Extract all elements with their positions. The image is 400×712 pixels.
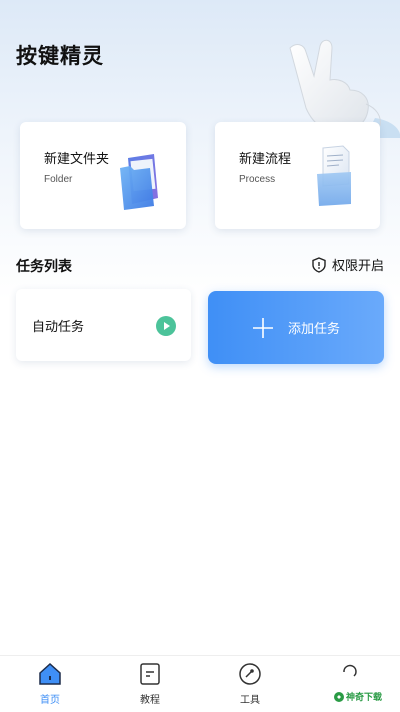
tutorial-icon	[140, 663, 160, 685]
new-process-title: 新建流程	[239, 152, 292, 167]
new-process-subtitle: Process	[239, 174, 276, 185]
watermark-text: 神奇下载	[346, 693, 383, 703]
watermark-logo	[334, 691, 344, 702]
tab-home-label: 首页	[40, 695, 60, 706]
auto-task-card[interactable]: 自动任务	[16, 289, 191, 361]
add-task-button[interactable]: 添加任务	[208, 291, 384, 364]
new-process-card[interactable]: 新建流程 Process	[215, 122, 380, 229]
task-list-title: 任务列表	[16, 259, 72, 275]
tab-home[interactable]: 首页	[0, 656, 100, 712]
auto-task-label: 自动任务	[32, 320, 85, 335]
new-folder-card[interactable]: 新建文件夹 Folder	[20, 122, 186, 229]
bottom-tab-bar: 首页 教程 工具	[0, 655, 400, 712]
shield-icon	[312, 256, 326, 273]
permission-label: 权限开启	[331, 259, 384, 274]
new-folder-subtitle: Folder	[44, 174, 73, 185]
tab-profile[interactable]	[300, 656, 400, 712]
watermark: 神奇下载	[334, 690, 382, 703]
tab-tools[interactable]: 工具	[200, 656, 300, 712]
new-folder-title: 新建文件夹	[44, 152, 110, 167]
plus-icon	[252, 317, 273, 338]
process-document-icon	[317, 145, 351, 206]
add-task-label: 添加任务	[287, 322, 340, 337]
home-icon	[39, 662, 61, 685]
profile-icon	[343, 664, 357, 677]
tools-icon	[239, 663, 261, 685]
permission-button[interactable]: 权限开启	[311, 255, 384, 274]
tab-tutorial[interactable]: 教程	[100, 656, 200, 712]
tab-tools-label: 工具	[240, 695, 260, 706]
folder-icon	[120, 154, 158, 210]
play-icon[interactable]	[156, 316, 176, 336]
app-title: 按键精灵	[16, 44, 104, 68]
tab-tutorial-label: 教程	[140, 695, 160, 706]
